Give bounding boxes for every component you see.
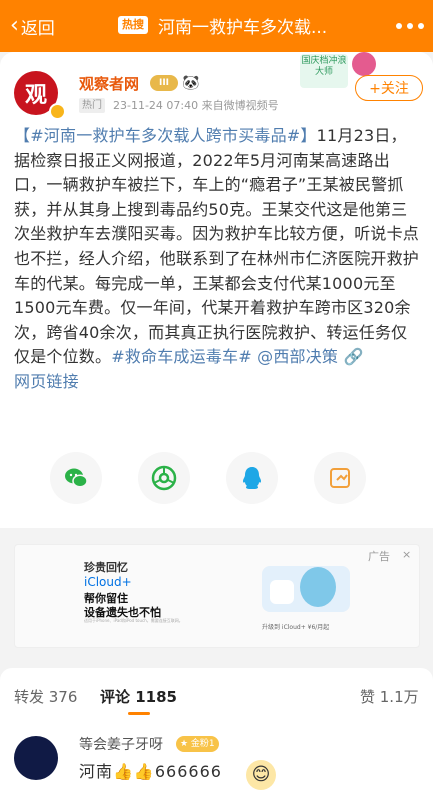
ad-cta[interactable]: 升级到 iCloud+ ¥6/月起 bbox=[262, 622, 329, 631]
ad-label: 广告 bbox=[368, 550, 390, 563]
post-text: 11月23日，据检察日报正义网报道，2022年5月河南某高速路出口，一辆救护车被… bbox=[14, 126, 420, 367]
ad-card[interactable] bbox=[14, 544, 420, 648]
panda-icon: 🐼 bbox=[182, 75, 200, 91]
mention-link[interactable]: @西部决策 bbox=[257, 347, 338, 366]
post-meta: 23-11-24 07:40 来自微博视频号 bbox=[113, 99, 279, 112]
ad-close-icon[interactable]: × bbox=[402, 548, 411, 561]
photos-app-icon bbox=[270, 580, 294, 604]
link-icon: 🔗 bbox=[343, 347, 364, 367]
author-name[interactable]: 观察者网 bbox=[79, 73, 139, 94]
more-options-icon[interactable] bbox=[396, 14, 424, 38]
event-decor-icon bbox=[352, 52, 376, 76]
back-button[interactable]: ‹ 返回 bbox=[10, 12, 55, 40]
tab-comments[interactable]: 评论 1185 bbox=[100, 686, 177, 707]
level-badge: III bbox=[150, 75, 178, 91]
ad-fine-print: 适用于iPhone、iPad和iPod touch，需要连接互联网。 bbox=[84, 618, 183, 623]
event-banner[interactable]: 国庆档冲浪大师 bbox=[300, 54, 348, 88]
wechat-icon bbox=[65, 468, 88, 488]
back-label: 返回 bbox=[20, 18, 55, 39]
qq-icon bbox=[243, 467, 261, 489]
ad-product: iCloud+ bbox=[84, 575, 132, 589]
comment-avatar[interactable] bbox=[14, 736, 58, 780]
page-title: 河南一救护车多次载... bbox=[158, 18, 328, 38]
verified-icon bbox=[49, 103, 66, 120]
share-wechat-button[interactable] bbox=[50, 452, 102, 504]
moments-icon bbox=[151, 465, 177, 491]
topic-link[interactable]: #救命车成运毒车# bbox=[111, 347, 252, 366]
tab-repost[interactable]: 转发 376 bbox=[14, 686, 77, 707]
comment-text: 河南👍👍666666 bbox=[79, 762, 222, 781]
active-tab-indicator bbox=[128, 712, 150, 715]
ad-title: 珍贵回忆 bbox=[84, 561, 128, 574]
chevron-left-icon: ‹ bbox=[10, 13, 19, 38]
share-qq-button[interactable] bbox=[226, 452, 278, 504]
floating-emoji-icon[interactable]: 😊 bbox=[246, 760, 276, 790]
hot-search-badge: 热搜 bbox=[118, 16, 148, 34]
comment-author[interactable]: 等会姜子牙呀 bbox=[79, 734, 163, 754]
topic-link[interactable]: 【#河南一救护车多次载人跨市买毒品#】 bbox=[14, 126, 317, 145]
post-body: 【#河南一救护车多次载人跨市买毒品#】11月23日，据检察日报正义网报道，202… bbox=[14, 124, 422, 395]
memoji-image bbox=[300, 567, 336, 607]
fan-badge: ★ 金粉1 bbox=[176, 736, 219, 752]
share-external-button[interactable] bbox=[314, 452, 366, 504]
share-moments-button[interactable] bbox=[138, 452, 190, 504]
follow-button[interactable]: +关注 bbox=[355, 75, 423, 101]
tab-likes[interactable]: 赞 1.1万 bbox=[360, 686, 419, 707]
share-out-icon bbox=[330, 468, 350, 488]
web-link[interactable]: 网页链接 bbox=[14, 372, 79, 391]
hot-tag: 热门 bbox=[79, 98, 105, 113]
